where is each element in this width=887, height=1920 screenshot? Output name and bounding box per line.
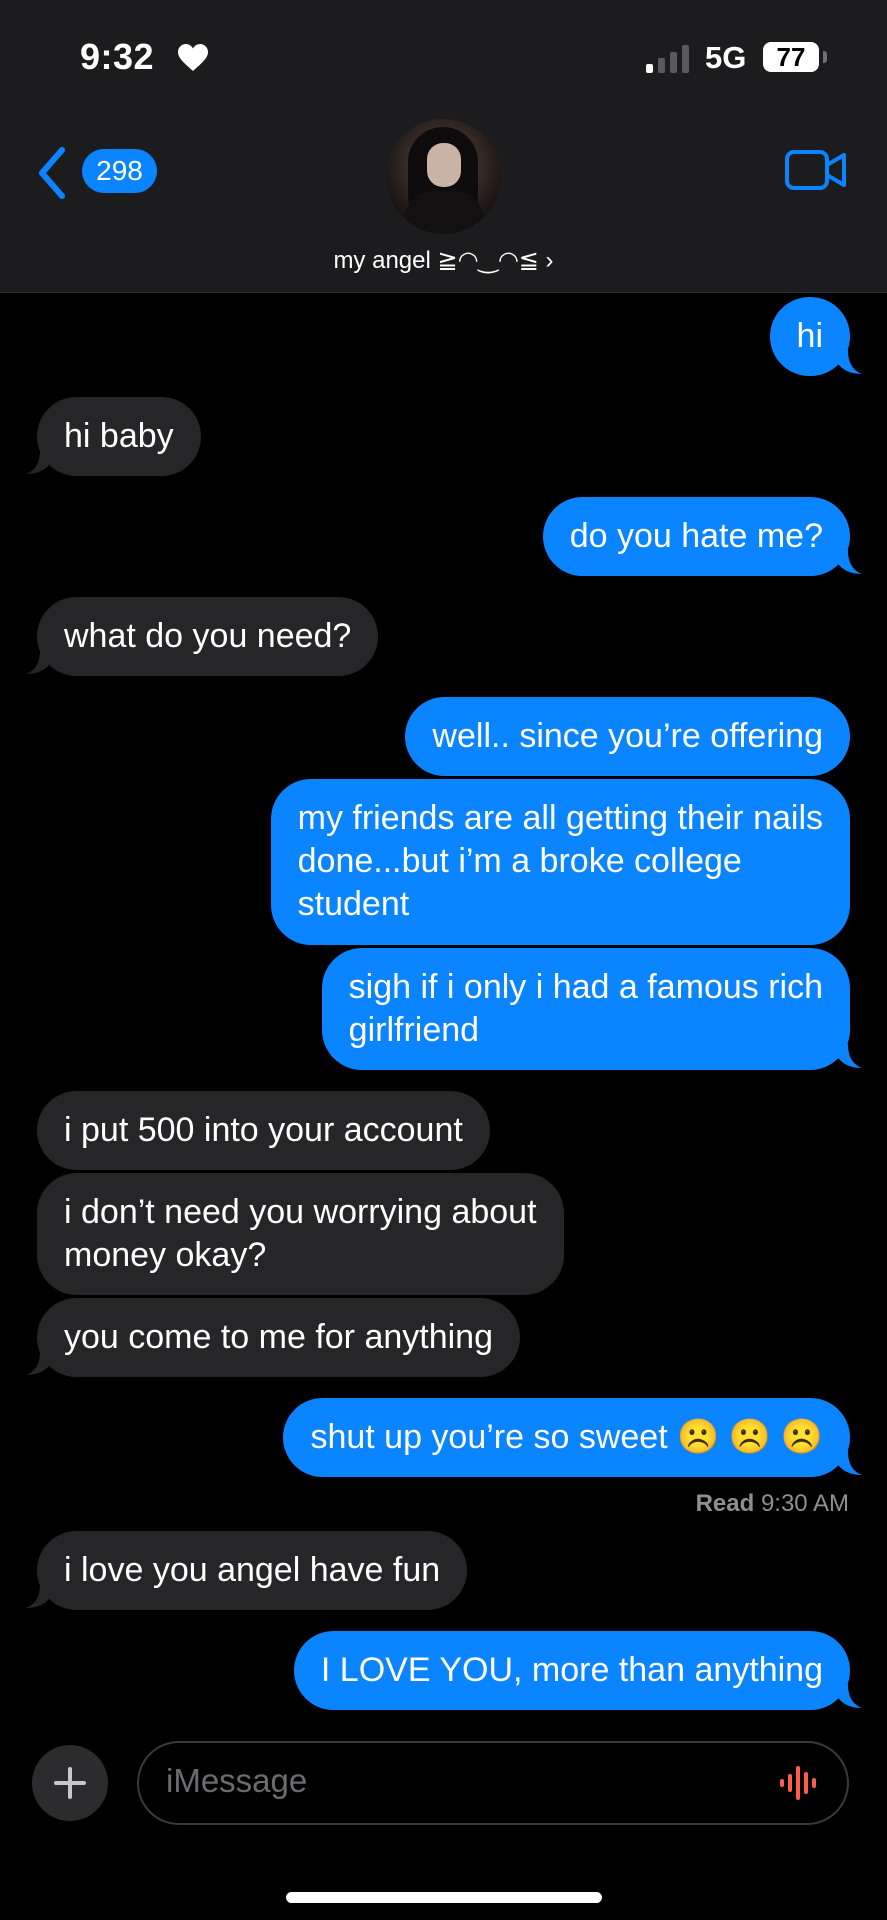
battery-cap — [823, 51, 827, 63]
chevron-left-icon[interactable] — [34, 146, 70, 200]
message-bubble-sent[interactable]: sigh if i only i had a famous rich girlf… — [321, 948, 850, 1070]
bubble-tail — [26, 650, 54, 674]
contact-avatar[interactable] — [386, 119, 501, 234]
message-bubble-received[interactable]: what do you need? — [37, 597, 379, 676]
bubble-tail — [26, 1351, 54, 1375]
plus-icon — [54, 1767, 86, 1799]
home-indicator[interactable] — [286, 1892, 602, 1903]
message-bubble-received[interactable]: you come to me for anything — [37, 1298, 521, 1377]
read-label: Read — [695, 1490, 755, 1517]
cellular-signal-icon — [646, 45, 689, 73]
read-receipt: Read 9:30 AM — [696, 1490, 849, 1518]
unread-count: 298 — [96, 155, 143, 186]
bubble-tail — [834, 350, 862, 374]
message-bubble-sent[interactable]: my friends are all getting their nails d… — [270, 779, 850, 945]
status-time: 9:32 — [80, 36, 155, 77]
contact-name[interactable]: my angel ≧◠‿◠≦ › — [0, 246, 887, 275]
bubble-tail — [834, 1684, 862, 1708]
bubble-tail — [26, 450, 54, 474]
heart-icon — [178, 44, 208, 71]
bubble-tail — [26, 1584, 54, 1608]
message-bubble-sent[interactable]: do you hate me? — [542, 497, 850, 576]
battery-level: 77 — [776, 41, 806, 72]
apps-plus-button[interactable] — [32, 1745, 108, 1821]
message-input-placeholder: iMessage — [166, 1762, 308, 1799]
message-bubble-sent[interactable]: shut up you’re so sweet ☹️ ☹️ ☹️ — [283, 1398, 850, 1477]
voice-waveform-icon[interactable] — [778, 1764, 822, 1802]
conversation-header: 9:32 5G 77 298 my angel ≧◠‿◠≦ › — [0, 0, 887, 293]
read-time: 9:30 AM — [760, 1490, 849, 1517]
message-bubble-received[interactable]: hi baby — [37, 397, 201, 476]
battery-indicator: 77 — [763, 42, 819, 72]
bubble-tail — [834, 1451, 862, 1475]
unread-count-badge[interactable]: 298 — [82, 149, 157, 193]
message-bubble-received[interactable]: i put 500 into your account — [37, 1091, 490, 1170]
message-bubble-sent[interactable]: well.. since you’re offering — [405, 697, 850, 776]
message-bubble-received[interactable]: i love you angel have fun — [37, 1531, 468, 1610]
bubble-tail — [834, 550, 862, 574]
video-call-icon[interactable] — [784, 148, 848, 192]
network-type: 5G — [705, 40, 747, 75]
bubble-tail — [834, 1044, 862, 1068]
message-bubble-received[interactable]: i don’t need you worrying about money ok… — [37, 1173, 564, 1295]
message-bubble-sent[interactable]: I LOVE YOU, more than anything — [293, 1631, 850, 1710]
